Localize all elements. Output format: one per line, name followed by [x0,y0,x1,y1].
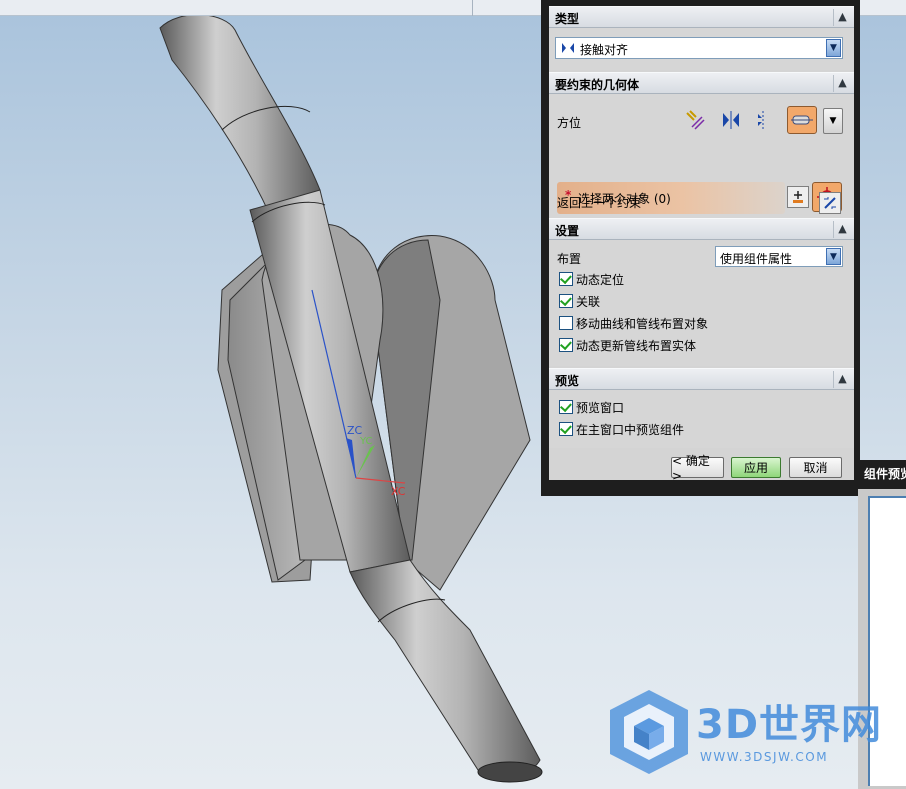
cube-logo-icon [610,690,688,774]
checkbox-label: 关联 [576,294,601,309]
type-section-body: 接触对齐 ▼ [549,28,854,70]
component-preview-title: 组件预览 [858,460,906,489]
watermark-url: WWW.3DSJW.COM [700,750,829,764]
preview-section-title: 预览 [555,374,580,388]
layout-label: 布置 [557,252,582,266]
geometry-section-header[interactable]: 要约束的几何体 ▲ [549,72,854,94]
checkbox-label: 预览窗口 [576,400,625,415]
touch-align-icon [562,43,574,53]
align-icon[interactable] [751,108,775,132]
xc-label: XC [391,485,406,498]
checkbox-label: 在主窗口中预览组件 [576,422,685,437]
infer-center-axis-icon[interactable] [787,106,817,134]
add-set-icon[interactable] [787,186,809,208]
pipe-end-opening [477,761,543,783]
assembly-constraints-dialog: 类型 ▲ 接触对齐 ▼ 要约束的几何体 ▲ 方位 ▼ * 选择两个对象 (0) … [541,0,860,496]
return-previous-label: 返回上一个约束 [557,196,642,210]
checkbox-box[interactable] [559,272,573,286]
settings-section-title: 设置 [555,224,580,238]
cancel-button[interactable]: 取消 [789,457,842,478]
checkbox-box[interactable] [559,338,573,352]
toolbar-divider [472,0,473,16]
orientation-more-icon[interactable]: ▼ [823,108,843,134]
geometry-section-title: 要约束的几何体 [555,78,640,92]
checkbox-label: 动态定位 [576,272,625,287]
geometry-section-body: 方位 ▼ * 选择两个对象 (0) 返回上一个约束 [549,94,854,224]
checkbox-label: 动态更新管线布置实体 [576,338,697,353]
settings-section-body: 布置 使用组件属性 ▼ 动态定位 关联 移动曲线和管线布置对象 动态更新管线布置… [549,240,854,366]
dynamic-position-checkbox[interactable]: 动态定位 [559,270,624,288]
layout-dropdown[interactable]: 使用组件属性 ▼ [715,246,843,267]
dialog-content: 类型 ▲ 接触对齐 ▼ 要约束的几何体 ▲ 方位 ▼ * 选择两个对象 (0) … [549,6,854,483]
prefer-touch-icon[interactable] [683,108,707,132]
settings-section-header[interactable]: 设置 ▲ [549,218,854,240]
collapse-geometry-icon[interactable]: ▲ [833,75,851,92]
ok-button[interactable]: < 确定 > [671,454,724,483]
type-section-header[interactable]: 类型 ▲ [549,6,854,28]
preview-section-body: 预览窗口 在主窗口中预览组件 [549,390,854,448]
orientation-label: 方位 [557,116,582,130]
move-curves-checkbox[interactable]: 移动曲线和管线布置对象 [559,314,708,332]
checkbox-box[interactable] [559,294,573,308]
return-previous-icon[interactable] [819,192,841,214]
pipe-lower[interactable] [349,559,541,778]
preview-in-main-checkbox[interactable]: 在主窗口中预览组件 [559,420,684,438]
constraint-type-value: 接触对齐 [580,43,629,57]
touch-icon[interactable] [719,108,743,132]
type-section-title: 类型 [555,12,580,26]
checkbox-box[interactable] [559,422,573,436]
checkbox-label: 移动曲线和管线布置对象 [576,316,709,331]
collapse-settings-icon[interactable]: ▲ [833,221,851,238]
checkbox-box[interactable] [559,400,573,414]
yc-label: YC [359,436,373,447]
collapse-type-icon[interactable]: ▲ [833,9,851,26]
dynamic-update-routing-checkbox[interactable]: 动态更新管线布置实体 [559,336,696,354]
watermark-brand: 3D世界网 [696,702,883,748]
pipe-upper[interactable] [159,16,321,216]
associative-checkbox[interactable]: 关联 [559,292,600,310]
site-watermark: 3D世界网 WWW.3DSJW.COM [604,686,904,776]
apply-button[interactable]: 应用 [731,457,781,478]
preview-window-checkbox[interactable]: 预览窗口 [559,398,624,416]
constraint-type-dropdown[interactable]: 接触对齐 ▼ [555,37,843,59]
layout-value: 使用组件属性 [720,252,793,266]
chevron-down-icon[interactable]: ▼ [826,39,841,57]
preview-section-header[interactable]: 预览 ▲ [549,368,854,390]
chevron-down-icon[interactable]: ▼ [826,248,841,265]
collapse-preview-icon[interactable]: ▲ [833,371,851,388]
checkbox-box[interactable] [559,316,573,330]
